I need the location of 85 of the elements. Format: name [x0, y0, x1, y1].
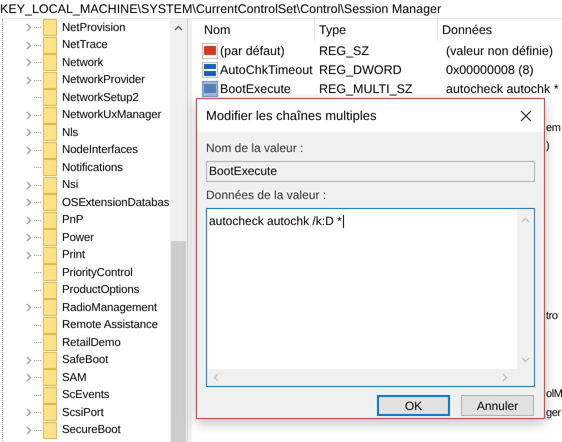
tree-item[interactable]: NetworkUxManager: [24, 106, 170, 124]
value-data: tro: [546, 310, 558, 322]
chevron-icon: [26, 303, 32, 312]
folder-icon: [43, 212, 57, 229]
value-data: ): [546, 140, 550, 152]
dialog-title: Modifier les chaînes multiples: [206, 108, 377, 123]
folder-icon: [43, 194, 57, 212]
tree-item[interactable]: SafeBoot: [24, 352, 170, 369]
value-name-field[interactable]: BootExecute: [206, 161, 535, 182]
dialog-button[interactable]: OK: [377, 395, 450, 416]
value-type: REG_MULTI_SZ: [318, 82, 414, 96]
value-type: REG_SZ: [318, 44, 370, 58]
tree-item[interactable]: NodeInterfaces: [24, 142, 170, 159]
tree-item[interactable]: Nls: [24, 124, 170, 142]
scroll-thumb[interactable]: [171, 241, 186, 442]
folder-icon: [43, 142, 57, 159]
tree-item[interactable]: OSExtensionDatabas: [24, 194, 170, 212]
folder-icon: [43, 72, 57, 89]
folder-icon: [43, 386, 57, 404]
tree-item[interactable]: SAM: [24, 369, 170, 386]
tree-item[interactable]: Network: [24, 54, 170, 72]
tree-item[interactable]: Notifications: [24, 159, 170, 176]
tree-item[interactable]: ScsiPort: [24, 404, 170, 422]
folder-icon: [43, 89, 57, 106]
folder-icon: [43, 229, 57, 246]
tree-item[interactable]: Print: [24, 246, 170, 264]
tree-item[interactable]: Nsi: [24, 176, 170, 194]
tree-item[interactable]: RadioManagement: [24, 299, 170, 316]
value-name[interactable]: AutoChkTimeout: [220, 62, 313, 76]
tree-item[interactable]: PnP: [24, 212, 170, 229]
folder-icon: [43, 282, 57, 299]
scroll-up-icon[interactable]: [174, 25, 183, 31]
value-name[interactable]: (par défaut): [220, 44, 285, 58]
close-icon[interactable]: [520, 110, 532, 122]
value-name[interactable]: BootExecute: [220, 82, 291, 96]
binary-value-icon: [202, 62, 218, 78]
field-label: Nom de la valeur :: [206, 141, 304, 156]
folder-icon: [43, 264, 57, 282]
scrollbar[interactable]: [170, 19, 187, 442]
folder-icon: [43, 36, 57, 54]
folder-icon: [43, 404, 57, 422]
folder-icon: [43, 316, 57, 334]
value-data-text: autocheck autochk /k:D *: [209, 214, 342, 228]
value-type: REG_DWORD: [318, 62, 403, 76]
folder-icon: [43, 422, 57, 439]
folder-icon: [43, 352, 57, 369]
folder-icon: [43, 299, 57, 316]
folder-icon: [43, 19, 57, 36]
folder-icon: [43, 369, 57, 386]
value-data: em: [546, 122, 560, 134]
tree-item[interactable]: NetworkSetup2: [24, 89, 170, 106]
string-value-icon: [202, 42, 218, 58]
tree-item[interactable]: NetTrace: [24, 36, 170, 54]
registry-path: KEY_LOCAL_MACHINE\SYSTEM\CurrentControlSet\Control\Session Manager: [0, 0, 562, 19]
value-data: 0x00000008 (8): [445, 62, 535, 76]
column-header[interactable]: Données: [438, 19, 562, 41]
tree-item[interactable]: ScEvents: [24, 386, 170, 404]
tree-item[interactable]: NetworkProvider: [24, 72, 170, 89]
folder-icon: [43, 124, 57, 142]
tree-item[interactable]: RetailDemo: [24, 334, 170, 352]
folder-icon: [43, 54, 57, 72]
value-data: autocheck autochk *: [445, 82, 560, 96]
scroll-right-icon[interactable]: [502, 373, 508, 382]
value-data: olM: [546, 388, 562, 400]
tree-item[interactable]: Remote Assistance: [24, 316, 170, 334]
tree-item[interactable]: SecureBoot: [24, 422, 170, 439]
tree-item[interactable]: NetProvision: [24, 19, 170, 36]
folder-icon: [43, 106, 57, 124]
column-header[interactable]: Nom: [200, 19, 315, 41]
tree-item[interactable]: ProductOptions: [24, 282, 170, 299]
folder-icon: [43, 246, 57, 264]
column-header[interactable]: Type: [315, 19, 438, 41]
tree-item[interactable]: Power: [24, 229, 170, 246]
scroll-down-icon[interactable]: [521, 357, 530, 363]
field-label: Données de la valeur :: [206, 188, 328, 203]
folder-icon: [43, 334, 57, 352]
scroll-left-icon[interactable]: [213, 373, 219, 382]
tree-item[interactable]: PriorityControl: [24, 264, 170, 282]
value-data: ger: [546, 407, 561, 419]
value-data-field[interactable]: autocheck autochk /k:D *: [206, 208, 535, 387]
dialog-button[interactable]: Annuler: [461, 395, 534, 416]
string-value-icon: [202, 80, 218, 96]
folder-icon: [43, 159, 57, 176]
value-data: (valeur non définie): [445, 44, 554, 58]
folder-icon: [43, 176, 57, 194]
